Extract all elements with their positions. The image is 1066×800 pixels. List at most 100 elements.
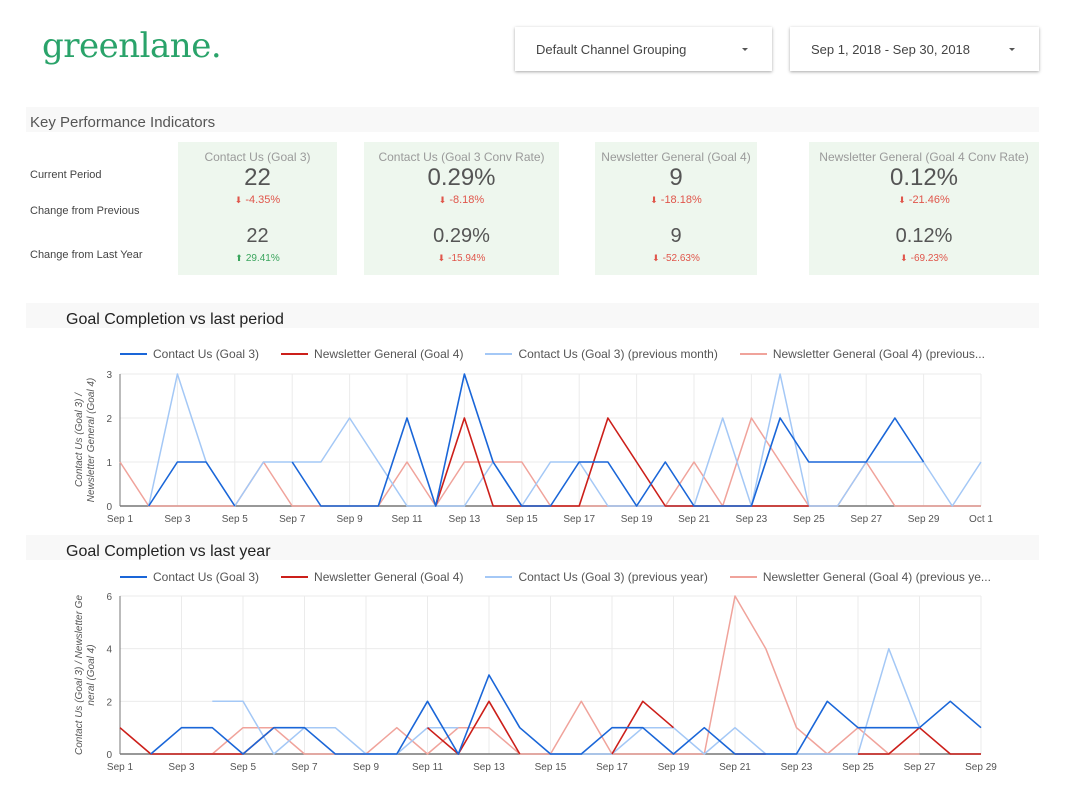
- chart-period-title: Goal Completion vs last period: [66, 311, 284, 328]
- legend-label: Newsletter General (Goal 4): [314, 570, 464, 584]
- legend-item[interactable]: Newsletter General (Goal 4) (previous...: [739, 347, 985, 361]
- legend-label: Contact Us (Goal 3): [153, 347, 260, 361]
- kpi-card-title: Newsletter General (Goal 4 Conv Rate): [819, 150, 1029, 164]
- legend-item[interactable]: Contact Us (Goal 3): [120, 347, 259, 361]
- y-tick-label: 2: [106, 697, 112, 708]
- kpi-change-prev-value: -8.18%: [449, 194, 485, 206]
- kpi-card-title: Contact Us (Goal 3): [204, 150, 311, 164]
- arrow-down-icon: ⬇: [438, 195, 447, 205]
- legend-label: Newsletter General (Goal 4): [314, 347, 464, 361]
- x-tick-label: Sep 19: [621, 514, 653, 525]
- legend-item[interactable]: Newsletter General (Goal 4): [281, 570, 463, 584]
- kpi-change-prev: ⬇ -21.46%: [809, 194, 1039, 206]
- caret-down-icon: [1009, 47, 1015, 51]
- series-line-newsletter-general-goal-4-previous-ye: [211, 595, 920, 755]
- arrow-down-icon: ⬇: [234, 195, 243, 205]
- date-range-dropdown[interactable]: Sep 1, 2018 - Sep 30, 2018: [790, 27, 1039, 71]
- series-line-contact-us-goal-3: [150, 674, 982, 755]
- legend-swatch: [729, 576, 757, 578]
- legend-item[interactable]: Newsletter General (Goal 4) (previous ye…: [729, 570, 991, 584]
- kpi-change-prev-value: -4.35%: [245, 194, 281, 206]
- x-tick-label: Sep 23: [781, 762, 813, 773]
- kpi-card-title: Newsletter General (Goal 4): [601, 150, 751, 164]
- arrow-down-icon: ⬇: [437, 253, 446, 263]
- chart-year-legend: Contact Us (Goal 3) Newsletter General (G…: [120, 570, 1013, 584]
- kpi-last-year-value: 9: [670, 225, 682, 247]
- y-axis-label: Contact Us (Goal 3) / Newsletter General …: [74, 378, 97, 503]
- x-tick-label: Sep 25: [793, 514, 825, 525]
- kpi-current-value: 0.29%: [427, 164, 496, 191]
- x-tick-label: Sep 17: [563, 514, 595, 525]
- x-tick-label: Sep 1: [107, 514, 134, 525]
- y-tick-label: 0: [106, 502, 112, 513]
- chart-year-title: Goal Completion vs last year: [66, 543, 271, 560]
- kpi-change-year-value: -69.23%: [910, 253, 948, 264]
- arrow-up-icon: ⬆: [235, 253, 243, 263]
- channel-grouping-dropdown[interactable]: Default Channel Grouping: [515, 27, 772, 71]
- kpi-change-prev: ⬇ -4.35%: [178, 194, 337, 206]
- kpi-change-year: ⬇ -69.23%: [809, 253, 1039, 264]
- legend-item[interactable]: Contact Us (Goal 3): [120, 570, 259, 584]
- kpi-change-prev-value: -18.18%: [660, 194, 702, 206]
- legend-label: Contact Us (Goal 3) (previous year): [518, 570, 708, 584]
- chart-year-header: Goal Completion vs last year: [26, 535, 1039, 560]
- legend-swatch: [485, 353, 513, 355]
- y-tick-label: 3: [106, 370, 112, 381]
- legend-label: Newsletter General (Goal 4) (previous ye…: [762, 570, 991, 584]
- legend-swatch: [739, 353, 767, 355]
- kpi-last-year-value: 0.12%: [895, 225, 953, 247]
- kpi-change-year-value: 29.41%: [245, 253, 280, 264]
- x-tick-label: Sep 15: [506, 514, 538, 525]
- arrow-down-icon: ⬇: [900, 253, 908, 263]
- y-tick-label: 2: [106, 414, 112, 425]
- chart-year-plot: 0 2 4 6 Sep 1 Sep 3 Sep 5 Sep 7 Sep 9 Sep 11 Sep 1…: [74, 592, 997, 773]
- x-tick-label: Sep 29: [908, 514, 940, 525]
- x-tick-label: Sep 27: [904, 762, 936, 773]
- x-tick-label: Sep 27: [850, 514, 882, 525]
- legend-swatch: [120, 353, 147, 355]
- kpi-last-year-value: 0.29%: [433, 225, 490, 247]
- chart-period-header: Goal Completion vs last period: [26, 303, 1039, 328]
- x-tick-label: Sep 1: [107, 762, 134, 773]
- kpi-current-value: 0.12%: [889, 164, 959, 191]
- x-tick-label: Sep 29: [965, 762, 997, 773]
- kpi-change-year-value: -15.94%: [448, 253, 486, 264]
- svg-text:Newsletter General (Goal 4): Newsletter General (Goal 4): [86, 378, 97, 503]
- x-tick-label: Sep 17: [596, 762, 628, 773]
- x-tick-label: Sep 7: [291, 762, 318, 773]
- x-tick-label: Sep 25: [842, 762, 874, 773]
- x-tick-label: Sep 3: [164, 514, 191, 525]
- legend-label: Contact Us (Goal 3): [153, 570, 260, 584]
- kpi-card: Contact Us (Goal 3) 22 ⬇ -4.35% 22 ⬆ 29.41…: [178, 142, 337, 275]
- row-label-change-prev: Change from Previous: [30, 205, 140, 217]
- x-tick-label: Sep 5: [222, 514, 249, 525]
- kpi-change-year: ⬇ -15.94%: [364, 253, 559, 264]
- arrow-down-icon: ⬇: [898, 195, 906, 205]
- chart-period-plot: 0 1 2 3 Sep 1 Sep 3 Sep 5 Sep 7 Sep 9 Sep 11 Sep 1…: [74, 370, 993, 525]
- arrow-down-icon: ⬇: [650, 195, 658, 205]
- channel-grouping-label: Default Channel Grouping: [536, 41, 687, 57]
- kpi-change-year: ⬇ -52.63%: [595, 253, 757, 264]
- y-axis-label: Contact Us (Goal 3) / Newsletter Ge neral…: [74, 595, 97, 755]
- y-tick-label: 1: [106, 458, 112, 469]
- x-tick-label: Sep 15: [535, 762, 567, 773]
- legend-swatch: [281, 353, 309, 355]
- series-line-contact-us-goal-3-previous-month: [147, 373, 982, 507]
- legend-label: Contact Us (Goal 3) (previous month): [518, 347, 718, 361]
- kpi-last-year-value: 22: [246, 225, 269, 247]
- x-tick-label: Sep 3: [168, 762, 195, 773]
- y-tick-label: 0: [106, 750, 112, 761]
- x-tick-label: Oct 1: [969, 514, 993, 525]
- legend-item[interactable]: Contact Us (Goal 3) (previous year): [485, 570, 708, 584]
- svg-text:neral (Goal 4): neral (Goal 4): [86, 644, 97, 705]
- kpi-current-value: 9: [669, 164, 683, 191]
- kpi-section-title: Key Performance Indicators: [30, 114, 216, 131]
- kpi-card: Contact Us (Goal 3 Conv Rate) 0.29% ⬇ -8.…: [364, 142, 559, 275]
- legend-swatch: [485, 576, 513, 578]
- x-tick-label: Sep 7: [279, 514, 306, 525]
- legend-item[interactable]: Contact Us (Goal 3) (previous month): [485, 347, 718, 361]
- kpi-change-prev-value: -21.46%: [908, 194, 950, 206]
- kpi-change-prev: ⬇ -8.18%: [364, 194, 559, 206]
- legend-item[interactable]: Newsletter General (Goal 4): [281, 347, 463, 361]
- legend-swatch: [120, 576, 147, 578]
